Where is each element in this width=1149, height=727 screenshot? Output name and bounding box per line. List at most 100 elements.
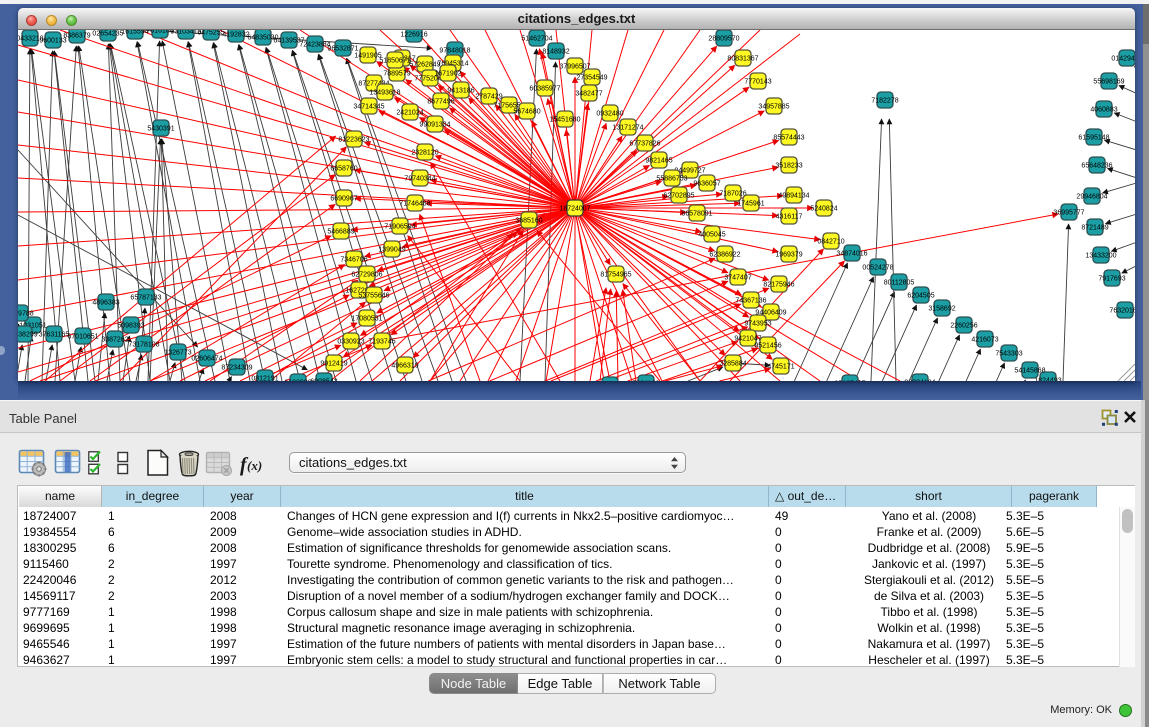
svg-text:6204505: 6204505 — [907, 292, 934, 299]
svg-text:49894134: 49894134 — [778, 192, 809, 199]
svg-text:2328120: 2328120 — [411, 149, 438, 156]
svg-text:1326773: 1326773 — [164, 349, 191, 356]
svg-text:6690967: 6690967 — [330, 195, 357, 202]
svg-text:55698169: 55698169 — [1093, 78, 1124, 85]
svg-text:8386379: 8386379 — [63, 32, 90, 39]
svg-text:1491905: 1491905 — [354, 52, 381, 59]
svg-text:81223623: 81223623 — [338, 136, 369, 143]
svg-text:72423884: 72423884 — [299, 41, 330, 48]
svg-text:6658760: 6658760 — [330, 165, 357, 172]
svg-text:51462704: 51462704 — [521, 35, 552, 42]
svg-text:5098393: 5098393 — [117, 322, 144, 329]
svg-text:2787429: 2787429 — [475, 93, 502, 100]
svg-text:67010651: 67010651 — [67, 333, 98, 340]
svg-text:76320163: 76320163 — [1109, 307, 1135, 314]
svg-text:1615594: 1615594 — [121, 30, 148, 35]
svg-text:13171274: 13171274 — [612, 124, 643, 131]
svg-text:53755646: 53755646 — [358, 292, 389, 299]
svg-text:7193745: 7193745 — [368, 338, 395, 345]
svg-text:0812191: 0812191 — [251, 375, 278, 381]
svg-text:6998543: 6998543 — [310, 378, 337, 381]
svg-text:5466889: 5466889 — [327, 228, 354, 235]
svg-text:9521456: 9521456 — [754, 342, 781, 349]
svg-text:29946804: 29946804 — [1076, 193, 1107, 200]
svg-text:7770143: 7770143 — [744, 78, 771, 85]
svg-text:(x): (x) — [247, 458, 262, 473]
svg-text:34874016: 34874016 — [836, 250, 867, 257]
svg-text:9413186: 9413186 — [447, 87, 474, 94]
svg-text:98084124: 98084124 — [904, 379, 935, 381]
svg-text:82175946: 82175946 — [763, 281, 794, 288]
svg-text:27354549: 27354549 — [576, 74, 607, 81]
svg-text:62729806: 62729806 — [351, 271, 382, 278]
svg-text:00524278: 00524278 — [862, 264, 893, 271]
svg-text:4745171: 4745171 — [767, 363, 794, 370]
svg-text:1745961: 1745961 — [737, 200, 764, 207]
svg-text:60385977: 60385977 — [529, 85, 560, 92]
svg-text:81754965: 81754965 — [600, 271, 631, 278]
svg-text:3685160: 3685160 — [515, 217, 542, 224]
svg-text:0932480: 0932480 — [596, 110, 623, 117]
svg-text:25135427: 25135427 — [834, 380, 865, 381]
svg-text:85574443: 85574443 — [773, 134, 804, 141]
svg-text:01429401: 01429401 — [1111, 55, 1135, 62]
svg-text:61595148: 61595148 — [1078, 134, 1109, 141]
svg-text:5430391: 5430391 — [147, 125, 174, 132]
svg-text:1671902: 1671902 — [434, 70, 461, 77]
svg-text:54145868: 54145868 — [1014, 367, 1045, 374]
svg-text:13493618: 13493618 — [369, 89, 400, 96]
svg-text:62702895: 62702895 — [663, 192, 694, 199]
svg-text:4966319: 4966319 — [391, 362, 418, 369]
svg-text:5009788: 5009788 — [18, 310, 34, 317]
svg-text:4192832: 4192832 — [222, 31, 249, 38]
svg-text:3518233: 3518233 — [775, 162, 802, 169]
svg-text:96532871: 96532871 — [327, 45, 358, 52]
svg-text:1969379: 1969379 — [775, 251, 802, 258]
svg-text:34957885: 34957885 — [758, 103, 789, 110]
svg-text:79740344: 79740344 — [404, 175, 435, 182]
svg-text:99091334: 99091334 — [419, 121, 450, 128]
svg-text:28809570: 28809570 — [708, 35, 739, 42]
svg-text:71746488: 71746488 — [399, 200, 430, 207]
svg-text:4738299: 4738299 — [18, 331, 38, 338]
svg-text:7346706: 7346706 — [340, 256, 367, 263]
svg-text:87234309: 87234309 — [221, 364, 252, 371]
svg-text:7917693: 7917693 — [1098, 275, 1125, 282]
svg-text:1399049: 1399049 — [378, 246, 405, 253]
svg-text:17080531: 17080531 — [351, 315, 382, 322]
svg-text:97848018: 97848018 — [439, 47, 470, 54]
svg-text:51850671: 51850671 — [379, 57, 410, 64]
svg-text:62386922: 62386922 — [709, 251, 740, 258]
svg-text:8721489: 8721489 — [1081, 224, 1108, 231]
svg-text:3747407: 3747407 — [724, 274, 751, 281]
svg-text:13433200: 13433200 — [1085, 252, 1116, 259]
svg-text:2421024: 2421024 — [396, 109, 423, 116]
svg-text:65648236: 65648236 — [1081, 162, 1112, 169]
svg-text:7182278: 7182278 — [871, 97, 898, 104]
svg-text:8677496: 8677496 — [427, 98, 454, 105]
svg-text:7543303: 7543303 — [995, 350, 1022, 357]
svg-text:73178108: 73178108 — [128, 341, 159, 348]
svg-text:4216073: 4216073 — [971, 336, 998, 343]
svg-text:8148932: 8148932 — [542, 48, 569, 55]
svg-text:3285884: 3285884 — [719, 360, 746, 367]
svg-text:86578091: 86578091 — [681, 210, 712, 217]
svg-text:55886753: 55886753 — [656, 175, 687, 182]
svg-text:65787133: 65787133 — [130, 294, 161, 301]
svg-text:0842710: 0842710 — [817, 238, 844, 245]
svg-text:9636057: 9636057 — [693, 180, 720, 187]
svg-text:6475255: 6475255 — [197, 30, 224, 36]
svg-text:1824493: 1824493 — [1034, 377, 1061, 381]
svg-text:1226916: 1226916 — [400, 31, 427, 38]
svg-text:80112805: 80112805 — [884, 279, 915, 286]
svg-text:9821465: 9821465 — [645, 157, 672, 164]
svg-text:4060883: 4060883 — [1090, 106, 1117, 113]
svg-text:9421047: 9421047 — [734, 335, 761, 342]
svg-text:0330923: 0330923 — [337, 338, 364, 345]
svg-text:02606474: 02606474 — [191, 355, 222, 362]
svg-text:15451680: 15451680 — [549, 116, 580, 123]
svg-text:18724007: 18724007 — [559, 205, 590, 212]
svg-text:7187026: 7187026 — [719, 190, 746, 197]
svg-text:36995777: 36995777 — [1053, 209, 1084, 216]
svg-text:7889579: 7889579 — [383, 70, 410, 77]
